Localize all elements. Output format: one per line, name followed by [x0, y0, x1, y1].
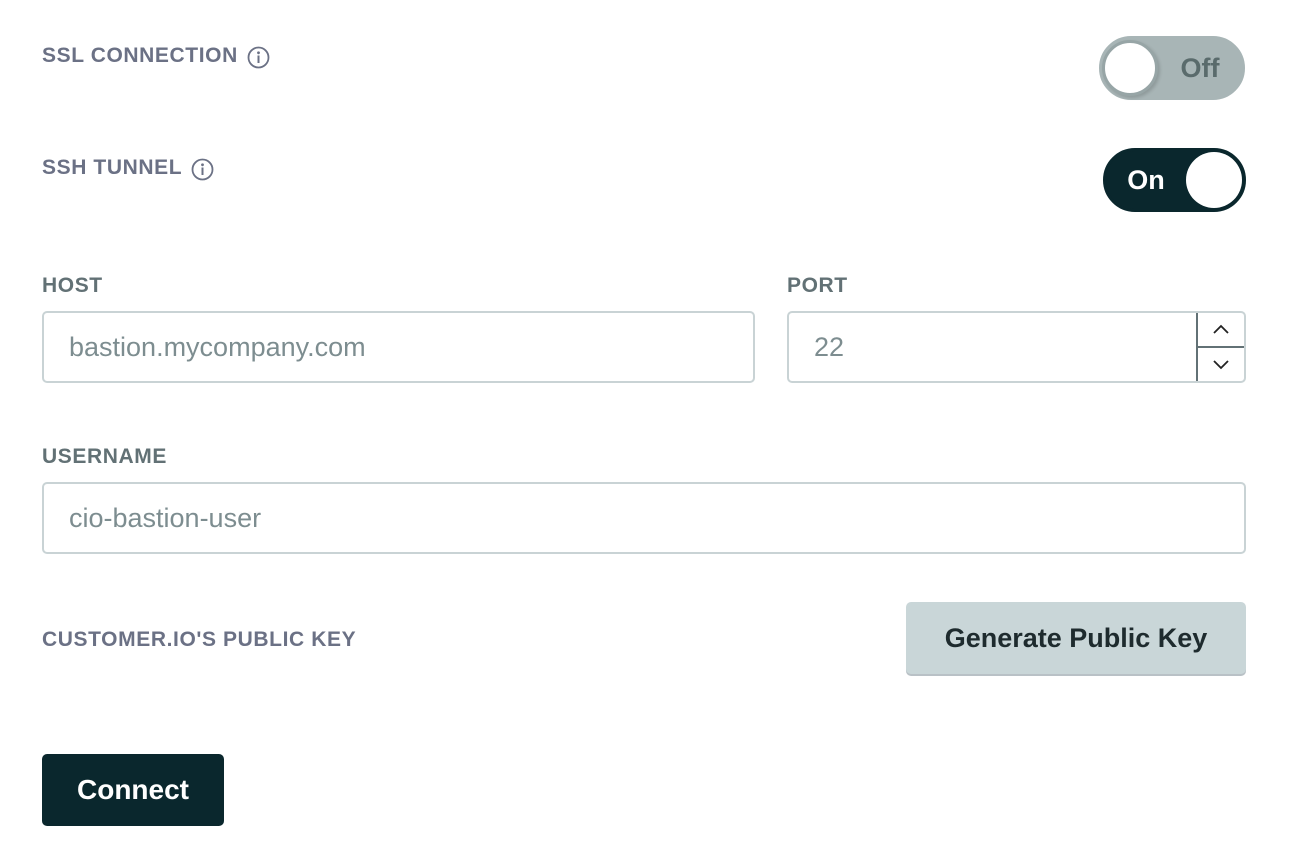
- toggle-state-text: On: [1127, 164, 1165, 195]
- ssl-connection-label-row: SSL CONNECTION: [42, 44, 270, 68]
- public-key-label: CUSTOMER.IO'S PUBLIC KEY: [42, 628, 357, 651]
- port-field[interactable]: [787, 311, 1246, 383]
- ssl-connection-toggle[interactable]: Off: [1099, 36, 1245, 100]
- toggle-knob: [1102, 40, 1158, 96]
- host-input[interactable]: [69, 331, 753, 363]
- info-circle-icon[interactable]: [247, 46, 270, 68]
- port-input[interactable]: [814, 331, 1244, 363]
- port-decrement-button[interactable]: [1198, 348, 1244, 381]
- host-field[interactable]: [42, 311, 755, 383]
- port-stepper[interactable]: [1196, 313, 1244, 381]
- ssh-tunnel-label-row: SSH TUNNEL: [42, 156, 214, 180]
- port-label: PORT: [787, 274, 848, 297]
- chevron-up-icon: [1213, 324, 1229, 334]
- ssl-connection-label: SSL CONNECTION: [42, 44, 238, 67]
- port-increment-button[interactable]: [1198, 313, 1244, 348]
- host-label: HOST: [42, 274, 103, 297]
- connect-button[interactable]: Connect: [42, 754, 224, 826]
- username-input[interactable]: [69, 502, 1244, 534]
- username-label: USERNAME: [42, 445, 167, 468]
- ssh-tunnel-label: SSH TUNNEL: [42, 156, 183, 179]
- ssh-tunnel-toggle[interactable]: On: [1103, 148, 1246, 212]
- chevron-down-icon: [1213, 360, 1229, 370]
- toggle-knob: [1186, 152, 1242, 208]
- username-field[interactable]: [42, 482, 1246, 554]
- toggle-state-text: Off: [1180, 52, 1220, 83]
- info-circle-icon[interactable]: [191, 158, 214, 180]
- generate-public-key-button[interactable]: Generate Public Key: [906, 602, 1246, 674]
